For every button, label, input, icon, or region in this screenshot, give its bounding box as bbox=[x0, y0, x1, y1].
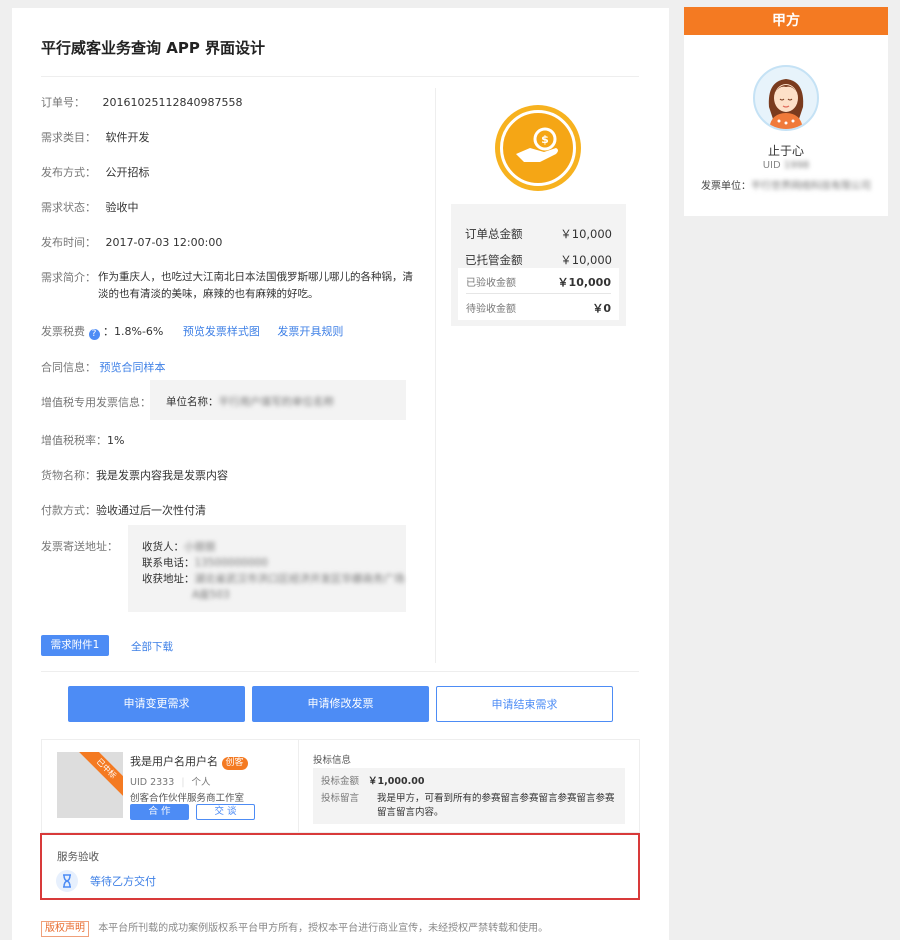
total-amount: ￥10,000 bbox=[560, 227, 612, 241]
actions-divider bbox=[41, 671, 639, 672]
vat-unit-value: 平行用户填写的单位名称 bbox=[218, 396, 335, 408]
address-line-1: 湖北省武汉市洪口区经济开发区华娜商务广场 bbox=[194, 573, 405, 585]
method: 公开招标 bbox=[105, 166, 150, 179]
contract-sample-link[interactable]: 预览合同样本 bbox=[100, 361, 166, 374]
column-divider bbox=[435, 88, 436, 663]
address-label: 发票寄送地址： bbox=[41, 540, 118, 553]
bidder-type: 个人 bbox=[191, 777, 211, 788]
escrow-amount: ￥10,000 bbox=[560, 253, 612, 267]
escrow-amount-row: 已托管金额 ￥10,000 bbox=[465, 253, 612, 267]
pay-method: 验收通过后一次性付清 bbox=[96, 504, 206, 517]
pending-amount-row: 待验收金额 ￥0 bbox=[466, 302, 611, 315]
contract-row: 合同信息： 预览合同样本 bbox=[41, 361, 166, 374]
goods-row: 货物名称：我是发票内容我是发票内容 bbox=[41, 469, 228, 482]
bid-message-line-1: 我是甲方，可看到所有的参赛留言参赛留言参赛留言参赛 bbox=[377, 793, 615, 804]
copyright-text: 本平台所刊载的成功案例版权系平台甲方所有，授权本平台进行商业宣传，未经授权严禁转… bbox=[98, 923, 549, 934]
tax-value: ：1.8%-6% bbox=[103, 325, 164, 338]
tax-row: 发票税费 ? ：1.8%-6% 预览发票样式图 发票开具规则 bbox=[41, 325, 344, 340]
accepted-amount-row: 已验收金额 ￥10,000 bbox=[466, 276, 611, 289]
intro-line-2: 淡的也有清淡的美味，麻辣的也有麻辣的好吃。 bbox=[98, 288, 319, 300]
intro-label: 需求简介： bbox=[41, 271, 96, 284]
pay-row: 付款方式：验收通过后一次性付清 bbox=[41, 504, 206, 517]
copyright-badge: 版权声明 bbox=[41, 921, 89, 937]
client-uid: UID 1998 bbox=[762, 160, 810, 171]
bidder-uid: UID 2333 bbox=[130, 777, 175, 788]
intro-line-1: 作为重庆人，也吃过大江南北日本法国俄罗斯哪儿哪儿的各种锅，清 bbox=[98, 271, 413, 283]
time-row: 发布时间： 2017-07-03 12:00:00 bbox=[41, 236, 223, 249]
acceptance-title: 服务验收 bbox=[57, 851, 99, 863]
bidder-name[interactable]: 我是用户名用户名 bbox=[130, 755, 218, 768]
accepted-amount: ￥10,000 bbox=[557, 276, 611, 289]
acceptance-amounts: 已验收金额 ￥10,000 待验收金额 ￥0 bbox=[458, 268, 619, 320]
chat-button[interactable]: 交 谈 bbox=[196, 804, 255, 820]
apply-invoice-button[interactable]: 申请修改发票 bbox=[252, 686, 429, 722]
title-divider bbox=[41, 76, 639, 77]
copyright-notice: 版权声明 本平台所刊载的成功案例版权系平台甲方所有，授权本平台进行商业宣传，未经… bbox=[41, 919, 548, 937]
bid-message-label: 投标留言 bbox=[321, 793, 360, 804]
category: 软件开发 bbox=[105, 131, 150, 144]
download-all-link[interactable]: 全部下载 bbox=[131, 639, 173, 654]
invoice-sample-link[interactable]: 预览发票样式图 bbox=[183, 325, 260, 338]
invoice-rules-link[interactable]: 发票开具规则 bbox=[277, 325, 343, 338]
service-acceptance: 服务验收 等待乙方交付 bbox=[40, 833, 640, 900]
maker-badge: 创客 bbox=[221, 757, 248, 770]
order-detail-panel: 平行威客业务查询 APP 界面设计 订单号： 20161025112840987… bbox=[12, 8, 669, 940]
bid-amount: ￥1,000.00 bbox=[368, 776, 425, 787]
bidder-meta: UID 2333 | 个人 bbox=[130, 777, 211, 788]
money-summary: 订单总金额 ￥10,000 已托管金额 ￥10,000 已验收金额 ￥10,000 待… bbox=[451, 204, 626, 326]
order-no: 20161025112840987558 bbox=[102, 96, 243, 109]
bidder-company: 创客合作伙伴服务商工作室 bbox=[130, 793, 245, 804]
category-row: 需求类目： 软件开发 bbox=[41, 131, 150, 144]
client-name: 止于心 bbox=[767, 144, 804, 158]
bid-amount-row: 投标金额 ￥1,000.00 bbox=[321, 776, 425, 787]
client-header: 甲方 bbox=[684, 7, 888, 35]
bid-info-title: 投标信息 bbox=[313, 755, 352, 766]
acceptance-status: 等待乙方交付 bbox=[90, 875, 156, 888]
vat-rate: 1% bbox=[107, 434, 125, 447]
attachment-tag[interactable]: 需求附件1 bbox=[41, 635, 109, 656]
status-row: 需求状态： 验收中 bbox=[41, 201, 139, 214]
cooperate-button[interactable]: 合 作 bbox=[130, 804, 189, 820]
address-box: 收货人：小丽丽 联系电话：13500000000 收获地址：湖北省武汉市洪口区经… bbox=[128, 525, 406, 612]
goods: 我是发票内容我是发票内容 bbox=[96, 469, 228, 482]
publish-time: 2017-07-03 12:00:00 bbox=[105, 236, 223, 249]
bid-info-box: 投标金额 ￥1,000.00 投标留言 我是甲方，可看到所有的参赛留言参赛留言参… bbox=[313, 768, 625, 824]
avatar bbox=[753, 65, 819, 131]
receiver-value: 小丽丽 bbox=[184, 541, 216, 553]
coin-icon: $ bbox=[495, 105, 581, 191]
page-title: 平行威客业务查询 APP 界面设计 bbox=[41, 39, 266, 57]
pending-amount: ￥0 bbox=[592, 302, 611, 315]
won-ribbon: 已中标 bbox=[76, 752, 123, 799]
bidder-thumbnail: 已中标 bbox=[57, 752, 123, 818]
bidder-card: 已中标 我是用户名用户名 创客 UID 2333 | 个人 创客合作伙伴服务商工… bbox=[41, 739, 640, 833]
status: 验收中 bbox=[105, 201, 139, 214]
hourglass-icon bbox=[56, 870, 78, 892]
client-card: 甲方 止于心 UID 1998 发票单位：平行世界网络科技有限公司 bbox=[684, 7, 888, 216]
bidder-name-row: 我是用户名用户名 创客 bbox=[130, 753, 248, 770]
method-row: 发布方式： 公开招标 bbox=[41, 166, 150, 179]
help-icon[interactable]: ? bbox=[88, 329, 100, 340]
svg-text:$: $ bbox=[541, 133, 549, 146]
total-amount-row: 订单总金额 ￥10,000 bbox=[465, 227, 612, 241]
vat-label: 增值税专用发票信息： bbox=[41, 396, 151, 409]
bid-message-line-2: 留言留言内容。 bbox=[377, 807, 444, 818]
vat-info-box: 单位名称：平行用户填写的单位名称 bbox=[150, 380, 406, 420]
apply-change-button[interactable]: 申请变更需求 bbox=[68, 686, 245, 722]
client-invoice-unit: 发票单位：平行世界网络科技有限公司 bbox=[701, 181, 871, 192]
address-line-2: A座503 bbox=[192, 589, 230, 601]
phone-value: 13500000000 bbox=[194, 557, 269, 569]
vat-rate-row: 增值税税率：1% bbox=[41, 434, 125, 447]
order-no-row: 订单号： 20161025112840987558 bbox=[41, 96, 243, 109]
apply-end-button[interactable]: 申请结束需求 bbox=[436, 686, 613, 722]
